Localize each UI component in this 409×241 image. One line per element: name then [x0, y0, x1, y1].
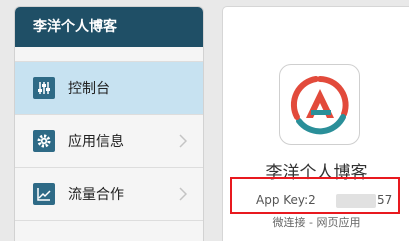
- line-chart-icon: [33, 183, 55, 205]
- app-subtitle: 微连接 - 网页应用: [272, 216, 361, 229]
- sliders-icon: [33, 77, 55, 99]
- sidebar-item-console[interactable]: 控制台: [15, 62, 203, 115]
- chevron-right-icon: [179, 187, 187, 201]
- sidebar-item-traffic[interactable]: 流量合作: [15, 168, 203, 221]
- app-logo-icon: [290, 75, 349, 134]
- sidebar: 李洋个人博客 控制台 应用信息 流量合作: [14, 6, 204, 241]
- highlight-box: [230, 177, 400, 214]
- app-logo[interactable]: [279, 64, 360, 145]
- gear-icon: [33, 130, 55, 152]
- sidebar-item-app-info[interactable]: 应用信息: [15, 115, 203, 168]
- sidebar-item-label: 应用信息: [68, 134, 124, 150]
- sidebar-spacer: [15, 47, 203, 62]
- sidebar-item-label: 控制台: [68, 81, 110, 97]
- sidebar-title: 李洋个人博客: [15, 7, 203, 47]
- chevron-right-icon: [179, 134, 187, 148]
- sidebar-item-label: 流量合作: [68, 187, 124, 203]
